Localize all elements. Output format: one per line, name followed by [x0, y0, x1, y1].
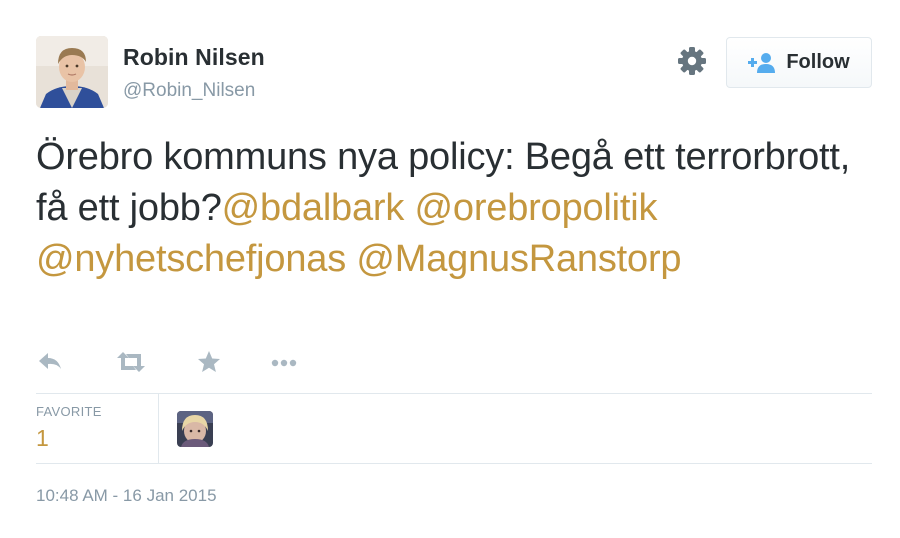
mention-link[interactable]: @bdalbark	[222, 187, 405, 229]
stats-divider-top	[36, 393, 872, 394]
user-avatar[interactable]	[36, 36, 108, 108]
retweet-icon[interactable]	[114, 348, 148, 376]
tweet-text: Örebro kommuns nya policy: Begå ett terr…	[36, 132, 856, 285]
tweet-card: Robin Nilsen @Robin_Nilsen Follow Örebro…	[0, 0, 900, 538]
mention-link[interactable]: @orebropolitik	[415, 187, 658, 229]
mention-link[interactable]: @nyhetschefjonas	[36, 238, 346, 280]
mention-link[interactable]: @MagnusRanstorp	[356, 238, 681, 280]
stats-divider-bottom	[36, 463, 872, 464]
add-user-icon	[748, 52, 776, 74]
favorite-label: FAVORITE	[36, 404, 102, 419]
follow-label: Follow	[786, 51, 850, 73]
reply-icon[interactable]	[36, 348, 66, 376]
stats-separator	[158, 393, 159, 464]
follow-button[interactable]: Follow	[726, 37, 872, 88]
gear-icon[interactable]	[676, 45, 708, 77]
more-icon[interactable]	[268, 348, 302, 376]
favorite-count[interactable]: 1	[36, 425, 102, 452]
favorite-stat: FAVORITE 1	[36, 404, 102, 452]
display-name[interactable]: Robin Nilsen	[123, 44, 265, 71]
tweet-timestamp[interactable]: 10:48 AM - 16 Jan 2015	[36, 486, 217, 506]
avatar-image	[36, 36, 108, 108]
screen-name[interactable]: @Robin_Nilsen	[123, 80, 255, 102]
favoriter-avatar[interactable]	[177, 411, 213, 447]
favorite-icon[interactable]	[194, 348, 224, 376]
